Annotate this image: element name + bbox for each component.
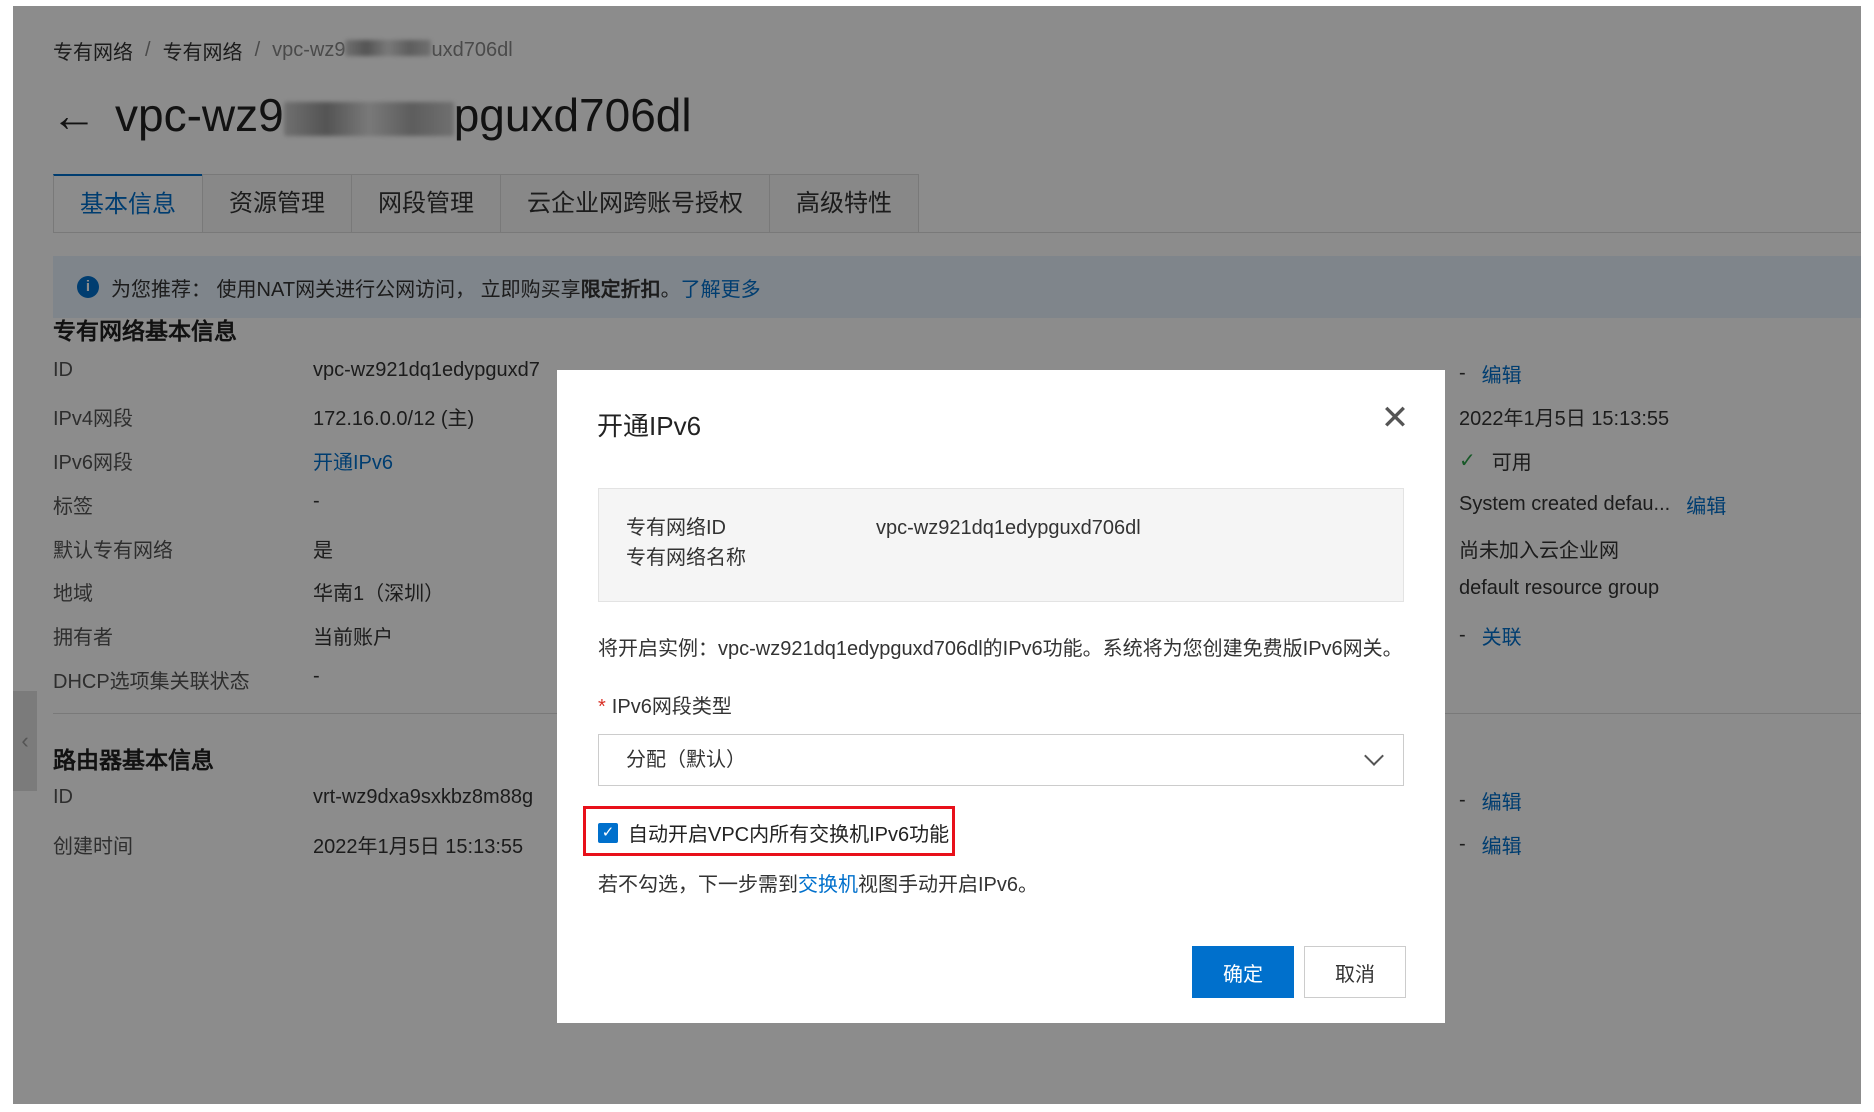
checkbox-hint: 若不勾选，下一步需到交换机视图手动开启IPv6。 xyxy=(598,874,1039,896)
console-frame: 专有网络 / 专有网络 / vpc-wz9 uxd706dl ← vpc-wz9 p… xyxy=(13,6,1861,1104)
enable-ipv6-dialog: 开通IPv6 ✕ 专有网络ID vpc-wz921dq1edypguxd706dl… xyxy=(557,370,1445,1023)
vpc-info-box: 专有网络ID vpc-wz921dq1edypguxd706dl 专有网络名称 xyxy=(598,488,1404,602)
check-icon[interactable]: ✓ xyxy=(598,822,618,843)
ipv6-cidr-type-select[interactable]: 分配（默认） xyxy=(598,734,1404,786)
vswitch-link[interactable]: 交换机 xyxy=(798,874,858,896)
required-mark: * xyxy=(598,696,606,718)
auto-enable-vswitch-ipv6-checkbox[interactable]: ✓ 自动开启VPC内所有交换机IPv6功能 xyxy=(598,818,949,847)
vpc-id-row: 专有网络ID vpc-wz921dq1edypguxd706dl xyxy=(626,517,1141,539)
dialog-description: 将开启实例：vpc-wz921dq1edypguxd706dl的IPv6功能。系… xyxy=(598,638,1403,660)
cancel-button[interactable]: 取消 xyxy=(1304,946,1406,998)
vpc-name-row: 专有网络名称 xyxy=(626,547,746,569)
ipv6-cidr-type-label: * IPv6网段类型 xyxy=(598,696,732,718)
chevron-down-icon xyxy=(1364,746,1384,766)
dialog-title: 开通IPv6 xyxy=(597,411,702,441)
confirm-button[interactable]: 确定 xyxy=(1192,946,1294,998)
close-icon[interactable]: ✕ xyxy=(1377,400,1413,436)
